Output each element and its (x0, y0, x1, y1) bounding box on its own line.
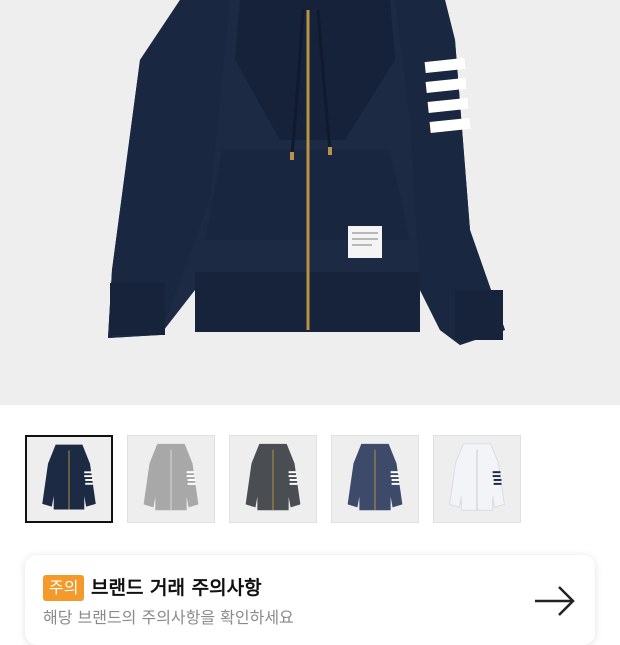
thumbnail-strip (25, 435, 605, 525)
white-hoodie-image (449, 443, 505, 511)
notice-title: 브랜드 거래 주의사항 (91, 577, 262, 599)
warning-badge: 주의 (43, 575, 85, 601)
thumbnail-blue-grey-hoodie[interactable] (331, 435, 419, 523)
grey-hoodie-image (143, 443, 199, 511)
hoodie-illustration (108, 0, 505, 345)
brand-notice-card[interactable]: 주의 브랜드 거래 주의사항 해당 브랜드의 주의사항을 확인하세요 (25, 555, 595, 645)
navy-hoodie-image (42, 444, 96, 510)
notice-subtitle: 해당 브랜드의 주의사항을 확인하세요 (43, 608, 294, 627)
charcoal-hoodie-image (245, 443, 301, 511)
thumbnail-navy-hoodie[interactable] (25, 435, 113, 523)
thumbnail-charcoal-hoodie[interactable] (229, 435, 317, 523)
thumbnail-grey-hoodie[interactable] (127, 435, 215, 523)
product-main-image (0, 0, 620, 405)
blue-grey-hoodie-image (347, 443, 403, 511)
thumbnail-white-hoodie[interactable] (433, 435, 521, 523)
arrow-right-icon[interactable] (533, 579, 577, 623)
